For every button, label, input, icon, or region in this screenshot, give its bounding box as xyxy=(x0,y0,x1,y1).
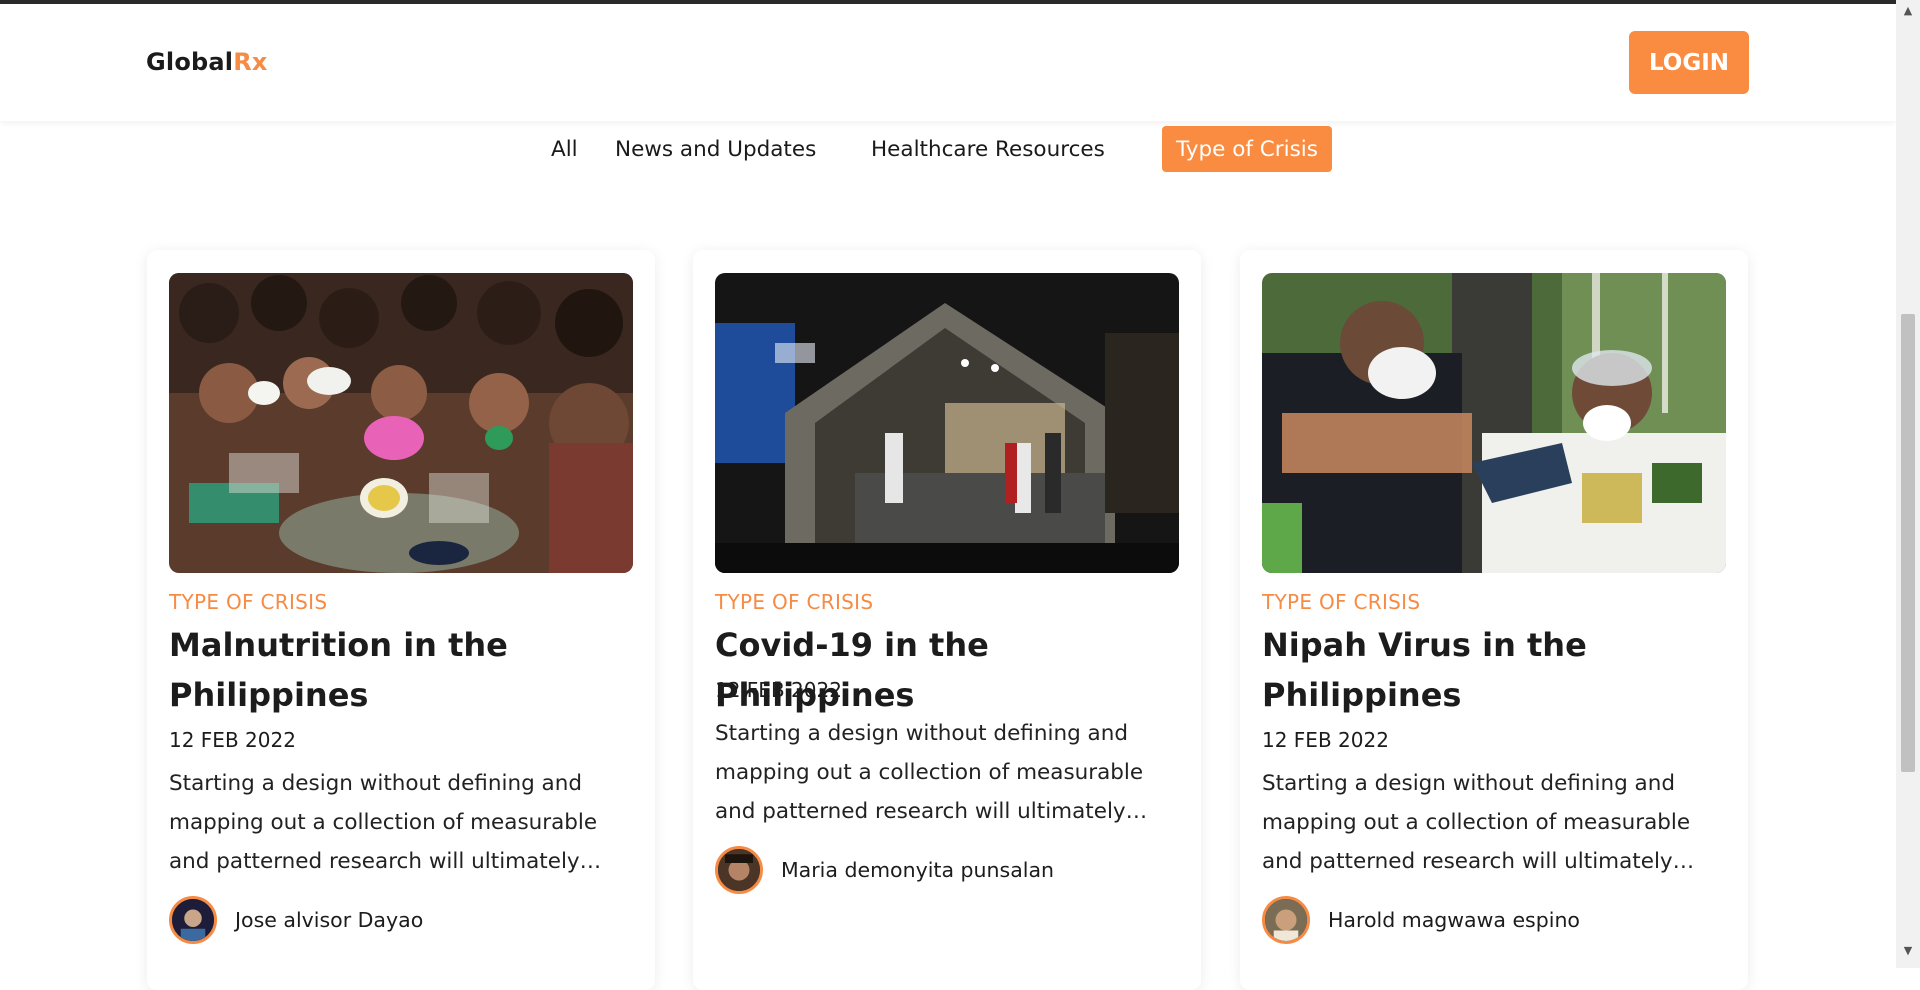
author-avatar-photo xyxy=(172,899,214,941)
article-author[interactable]: Harold magwawa espino xyxy=(1262,896,1580,944)
article-date: 12 FEB 2022 xyxy=(169,728,296,752)
article-title[interactable]: Nipah Virus in the Philippines xyxy=(1262,620,1732,720)
article-card-covid19[interactable]: TYPE OF CRISIS Covid-19 in the Philippin… xyxy=(693,250,1201,990)
scroll-down-arrow-icon[interactable]: ▼ xyxy=(1896,944,1920,962)
tab-healthcare-resources[interactable]: Healthcare Resources xyxy=(857,126,1119,172)
article-category: TYPE OF CRISIS xyxy=(1262,590,1421,614)
article-image[interactable] xyxy=(169,273,633,573)
tab-news-and-updates[interactable]: News and Updates xyxy=(601,126,830,172)
article-date: 12 FEB 2022 xyxy=(1262,728,1389,752)
article-date: 12 FEB 2022 xyxy=(715,678,842,702)
logo-text-global: Global xyxy=(146,48,234,76)
article-excerpt: Starting a design without defining and m… xyxy=(169,771,602,874)
scroll-up-arrow-icon[interactable]: ▲ xyxy=(1896,4,1920,22)
tab-all[interactable]: All xyxy=(537,126,592,172)
article-image[interactable] xyxy=(1262,273,1726,573)
article-title[interactable]: Malnutrition in the Philippines xyxy=(169,620,639,720)
logo[interactable]: GlobalRx xyxy=(146,48,268,76)
author-name: Harold magwawa espino xyxy=(1328,908,1580,932)
article-category: TYPE OF CRISIS xyxy=(169,590,328,614)
author-name: Maria demonyita punsalan xyxy=(781,858,1055,882)
hospital-tent-photo xyxy=(715,273,1179,573)
article-card-nipah-virus[interactable]: TYPE OF CRISIS Nipah Virus in the Philip… xyxy=(1240,250,1748,990)
avatar xyxy=(715,846,763,894)
site-header: GlobalRx LOGIN xyxy=(0,4,1896,121)
article-excerpt: Starting a design without defining and m… xyxy=(715,721,1148,824)
vertical-scrollbar[interactable]: ▲ ▼ xyxy=(1896,0,1920,968)
article-author[interactable]: Jose alvisor Dayao xyxy=(169,896,423,944)
scrollbar-thumb[interactable] xyxy=(1901,314,1915,772)
article-title[interactable]: Covid-19 in the Philippines xyxy=(715,620,1185,720)
article-image[interactable] xyxy=(715,273,1179,573)
children-with-bowls-photo xyxy=(169,273,633,573)
article-author[interactable]: Maria demonyita punsalan xyxy=(715,846,1054,894)
article-category: TYPE OF CRISIS xyxy=(715,590,874,614)
avatar xyxy=(169,896,217,944)
article-card-malnutrition[interactable]: TYPE OF CRISIS Malnutrition in the Phili… xyxy=(147,250,655,990)
author-name: Jose alvisor Dayao xyxy=(235,908,424,932)
author-avatar-photo xyxy=(718,849,760,891)
logo-text-rx: Rx xyxy=(233,48,268,76)
category-tabs: All News and Updates Healthcare Resource… xyxy=(0,126,1896,174)
article-excerpt: Starting a design without defining and m… xyxy=(1262,771,1695,874)
avatar xyxy=(1262,896,1310,944)
tab-type-of-crisis[interactable]: Type of Crisis xyxy=(1162,126,1332,172)
health-workers-masks-photo xyxy=(1262,273,1726,573)
author-avatar-photo xyxy=(1265,899,1307,941)
login-button[interactable]: LOGIN xyxy=(1629,31,1749,94)
